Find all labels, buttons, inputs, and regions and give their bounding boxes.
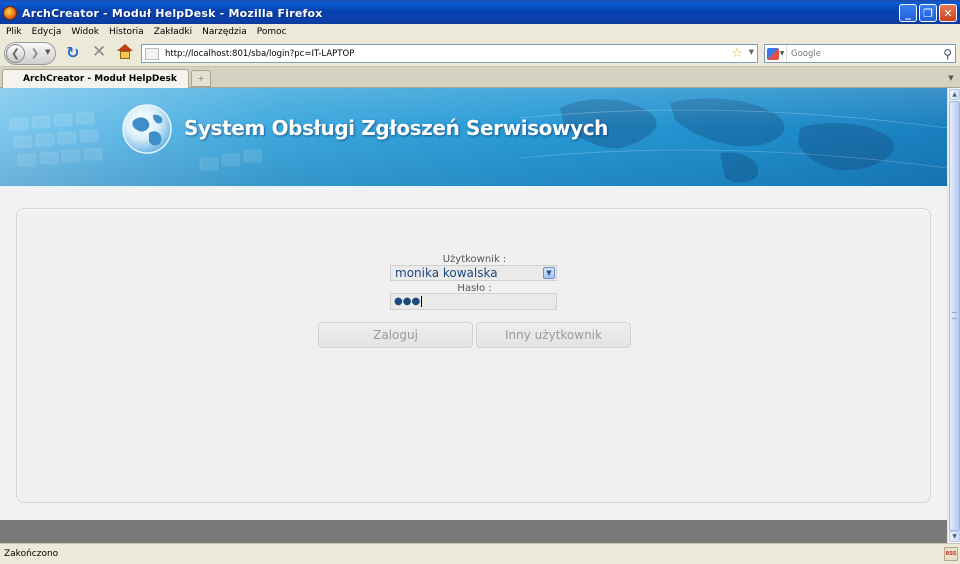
password-mask: ●●●	[394, 296, 421, 307]
history-dropdown-icon[interactable]: ▼	[45, 48, 50, 56]
globe-icon	[122, 104, 172, 154]
forward-arrow-icon: ❯	[30, 48, 40, 59]
menu-history[interactable]: Historia	[109, 27, 144, 37]
chevron-down-icon[interactable]: ▼	[543, 267, 555, 279]
menu-bar: Plik Edycja Widok Historia Zakładki Narz…	[0, 24, 960, 40]
menu-edit[interactable]: Edycja	[32, 27, 62, 37]
login-panel: Użytkownik : monika kowalska ▼ Hasło : ●…	[16, 208, 931, 503]
tab-label: ArchCreator - Moduł HelpDesk	[23, 74, 177, 84]
stop-icon: ✕	[92, 42, 107, 62]
window-title: ArchCreator - Moduł HelpDesk - Mozilla F…	[22, 6, 323, 20]
search-input[interactable]	[791, 48, 931, 59]
new-tab-button[interactable]: +	[191, 70, 211, 87]
navigation-toolbar: ❮ ❯ ▼ ↻ ✕ http://localhost:801/sba/login…	[0, 40, 960, 67]
star-icon[interactable]: ☆	[731, 46, 743, 62]
menu-file[interactable]: Plik	[6, 27, 22, 37]
search-bar[interactable]: ▼ ⚲	[764, 44, 956, 63]
stop-button[interactable]: ✕	[92, 43, 106, 61]
back-forward-group: ❮ ❯ ▼	[4, 42, 56, 65]
home-button[interactable]	[117, 44, 133, 60]
feed-icon[interactable]: RSS	[944, 547, 958, 561]
page-title: System Obsługi Zgłoszeń Serwisowych	[184, 116, 608, 140]
url-text[interactable]: http://localhost:801/sba/login?pc=IT-LAP…	[165, 49, 354, 59]
menu-bookmarks[interactable]: Zakładki	[154, 27, 192, 37]
firefox-icon	[3, 6, 17, 20]
scroll-down-icon[interactable]: ▼	[949, 531, 960, 542]
user-select[interactable]: monika kowalska ▼	[390, 265, 557, 281]
vertical-scrollbar[interactable]: ▲ ▼	[947, 88, 960, 543]
reload-icon: ↻	[66, 43, 80, 62]
tab-bar: ArchCreator - Moduł HelpDesk + ▼	[0, 67, 960, 88]
reload-button[interactable]: ↻	[66, 44, 79, 62]
text-caret	[421, 296, 423, 307]
user-select-value: monika kowalska	[395, 266, 498, 280]
title-bar: ArchCreator - Moduł HelpDesk - Mozilla F…	[0, 0, 960, 24]
search-engine-button[interactable]: ▼	[765, 45, 787, 62]
chevron-down-icon: ▼	[779, 50, 785, 57]
maximize-button[interactable]: ❐	[919, 4, 937, 22]
close-button[interactable]: ✕	[939, 4, 957, 22]
tab-archcreator[interactable]: ArchCreator - Moduł HelpDesk	[2, 69, 189, 88]
address-bar[interactable]: http://localhost:801/sba/login?pc=IT-LAP…	[141, 44, 758, 63]
menu-tools[interactable]: Narzędzia	[202, 27, 247, 37]
menu-view[interactable]: Widok	[71, 27, 99, 37]
page-viewport: System Obsługi Zgłoszeń Serwisowych Użyt…	[0, 88, 947, 543]
other-user-button[interactable]: Inny użytkownik	[476, 322, 631, 348]
status-text: Zakończono	[4, 549, 59, 559]
header-banner: System Obsługi Zgłoszeń Serwisowych	[0, 88, 947, 188]
home-icon	[117, 44, 133, 51]
back-arrow-icon: ❮	[10, 47, 21, 60]
google-icon	[766, 47, 779, 60]
login-button[interactable]: Zaloguj	[318, 322, 473, 348]
scroll-thumb[interactable]	[949, 101, 960, 531]
scroll-up-icon[interactable]: ▲	[949, 89, 960, 100]
back-button[interactable]: ❮	[6, 44, 25, 63]
status-bar: Zakończono RSS	[0, 543, 960, 564]
page-favicon-icon	[145, 47, 159, 60]
minimize-button[interactable]: _	[899, 4, 917, 22]
magnifier-icon[interactable]: ⚲	[943, 46, 952, 62]
menu-help[interactable]: Pomoc	[257, 27, 287, 37]
url-dropdown-icon[interactable]: ▼	[749, 48, 754, 56]
window-controls: _ ❐ ✕	[899, 4, 957, 22]
forward-button[interactable]: ❯	[28, 46, 42, 61]
user-label: Użytkownik :	[442, 254, 507, 265]
tab-list-icon[interactable]: ▼	[945, 70, 957, 85]
page-footer	[0, 520, 947, 543]
password-field[interactable]: ●●●	[390, 293, 557, 310]
